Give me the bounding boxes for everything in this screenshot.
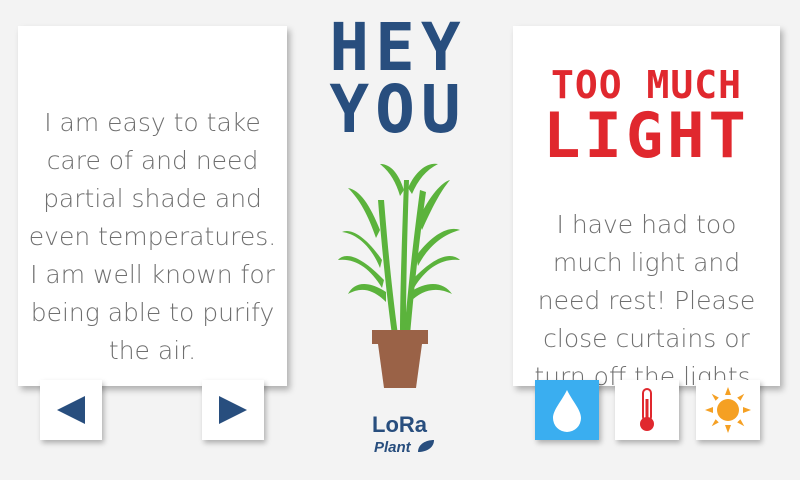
lora-plant-logo: LoRa Plant [372, 412, 434, 456]
plant-info-text: I am easy to take care of and need parti… [28, 108, 277, 365]
triangle-right-icon [219, 396, 247, 424]
logo-line-1: LoRa [372, 412, 428, 437]
temperature-button[interactable] [615, 380, 679, 440]
next-button[interactable] [202, 380, 264, 440]
heading-line-2: YOU [329, 71, 467, 148]
water-drop-icon [553, 390, 581, 432]
plant-info-card: I am easy to take care of and need parti… [18, 26, 287, 386]
alert-title-line-2: LIGHT [543, 99, 750, 172]
prev-button[interactable] [40, 380, 102, 440]
triangle-left-icon [57, 396, 85, 424]
thermometer-icon [640, 388, 654, 431]
alert-text: I have had too much light and need rest!… [534, 210, 759, 391]
potted-plant-illustration [338, 163, 460, 388]
water-button[interactable] [535, 380, 599, 440]
sun-icon [705, 387, 751, 433]
heading-line-1: HEY [329, 9, 467, 86]
logo-line-2: Plant [374, 439, 412, 456]
light-button[interactable] [696, 380, 760, 440]
leaf-icon [418, 440, 434, 452]
